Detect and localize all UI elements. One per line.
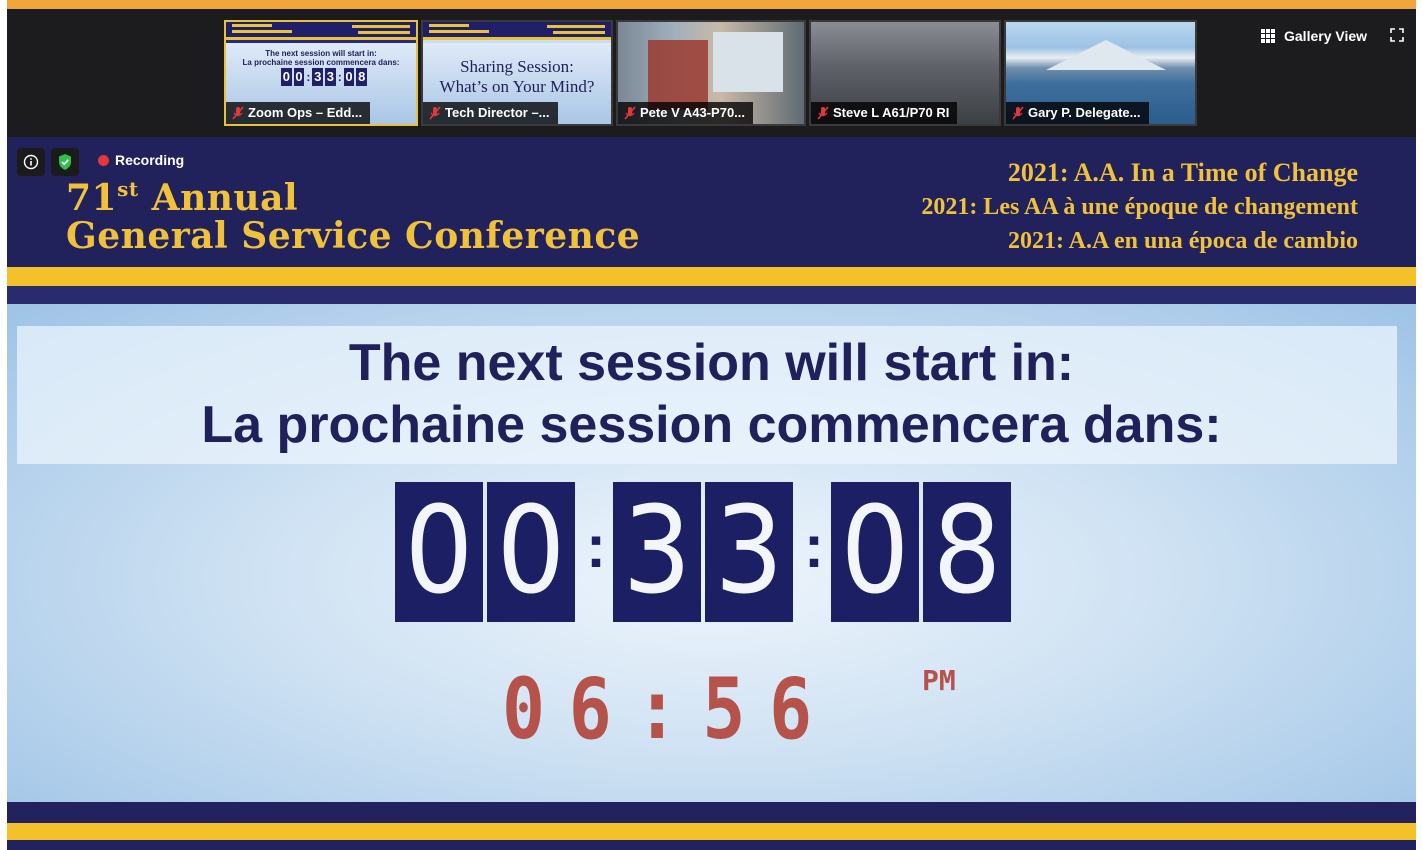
recording-dot-icon	[98, 154, 109, 166]
participant-name: Pete V A43-P70...	[618, 102, 754, 124]
shared-screen: The next session will start in: La proch…	[7, 304, 1416, 802]
mini-banner	[226, 22, 416, 40]
sharing-slide-text: Sharing Session: What’s on Your Mind?	[423, 57, 611, 97]
shield-check-icon	[59, 154, 71, 170]
mini-digit: 3	[312, 68, 324, 86]
participant-name: Gary P. Delegate...	[1006, 102, 1149, 124]
info-icon	[23, 154, 39, 170]
grid-icon	[1261, 29, 1276, 43]
gold-stripe	[7, 267, 1416, 286]
countdown-digit: 0	[487, 482, 575, 622]
mini-digit: 0	[293, 68, 305, 86]
mic-muted-icon	[624, 106, 636, 120]
mini-digit: 0	[343, 68, 355, 86]
mini-digit: 0	[281, 68, 292, 86]
mini-banner	[423, 22, 611, 40]
countdown-timer: 0 0 : 3 3 : 0 8	[395, 482, 1015, 622]
theme-fr: 2021: Les AA à une époque de changement	[921, 194, 1358, 220]
zoom-window: The next session will start in: La proch…	[0, 0, 1423, 850]
participant-tile[interactable]: Sharing Session: What’s on Your Mind? Te…	[421, 20, 613, 126]
countdown-separator: :	[804, 513, 824, 580]
mini-heading-fr: La prochaine session commencera dans:	[242, 58, 400, 67]
countdown-separator: :	[586, 513, 606, 580]
meeting-info-button[interactable]	[17, 148, 45, 176]
sharing-title: Sharing Session:	[460, 57, 574, 76]
countdown-digit: 0	[395, 482, 483, 622]
countdown-heading-fr: La prochaine session commencera dans:	[201, 396, 1222, 454]
mini-digit: 8	[356, 68, 368, 86]
recording-label: Recording	[115, 152, 185, 168]
countdown-digit: 0	[831, 482, 919, 622]
participant-tile[interactable]: Steve L A61/P70 RI	[809, 20, 1001, 126]
mini-countdown: 0 0 : 3 3 : 0 8	[281, 68, 368, 86]
gallery-view-button[interactable]: Gallery View	[1261, 26, 1367, 46]
mic-muted-icon	[232, 106, 244, 120]
mini-heading-en: The next session will start in:	[265, 49, 377, 58]
conference-name: General Service Conference	[66, 215, 641, 257]
session-start-clock: 06:56	[502, 660, 836, 758]
navy-stripe	[7, 286, 1416, 304]
countdown-digit: 3	[613, 482, 701, 622]
participant-name: Zoom Ops – Edd...	[226, 102, 371, 124]
theme-es: 2021: A.A en una época de cambio	[1007, 228, 1358, 254]
countdown-digit: 8	[923, 482, 1011, 622]
participant-name: Tech Director –...	[423, 102, 558, 124]
participant-tile[interactable]: Pete V A43-P70...	[616, 20, 806, 126]
gallery-view-label: Gallery View	[1284, 28, 1368, 44]
conference-title: 71st Annual General Service Conference	[66, 177, 641, 257]
navy-stripe	[7, 840, 1416, 850]
countdown-heading-en: The next session will start in:	[348, 334, 1075, 392]
mini-digit: 3	[325, 68, 336, 86]
gold-stripe	[7, 823, 1416, 840]
participant-tile[interactable]: Gary P. Delegate...	[1004, 20, 1197, 126]
participant-name: Steve L A61/P70 RI	[811, 102, 958, 124]
top-accent-bar	[7, 0, 1416, 9]
mic-muted-icon	[429, 106, 441, 120]
theme-en: 2021: A.A. In a Time of Change	[1007, 158, 1358, 187]
navy-stripe	[7, 802, 1416, 823]
participant-tile[interactable]: The next session will start in: La proch…	[224, 20, 418, 126]
conference-theme: 2021: A.A. In a Time of Change 2021: Les…	[921, 156, 1358, 258]
countdown-digit: 3	[705, 482, 793, 622]
recording-indicator[interactable]: Recording	[98, 152, 184, 168]
mic-muted-icon	[1012, 106, 1024, 120]
mic-muted-icon	[817, 106, 829, 120]
sharing-subtitle: What’s on Your Mind?	[439, 77, 595, 96]
session-start-meridiem: PM	[922, 664, 956, 697]
fullscreen-icon[interactable]	[1390, 28, 1404, 42]
